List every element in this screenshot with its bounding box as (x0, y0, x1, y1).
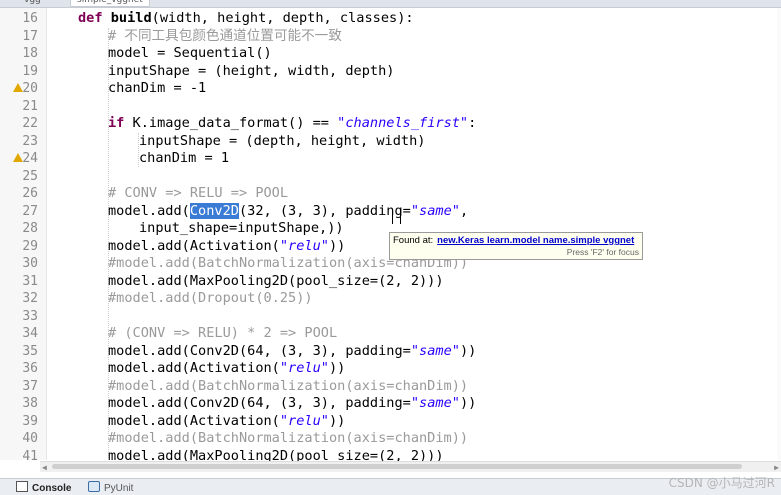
code-text: model.add(Activation("relu")) (108, 412, 346, 429)
code-line[interactable]: 16 def build(width, height, depth, classe… (0, 10, 777, 28)
code-text: inputShape = (depth, height, width) (139, 132, 426, 149)
warning-icon[interactable] (13, 83, 23, 92)
code-text: #model.add(BatchNormalization(axis=chanD… (108, 430, 469, 446)
code-line[interactable]: 31 model.add(MaxPooling2D(pool_size=(2, 2… (0, 273, 777, 291)
code-line[interactable]: 20 chanDim = -1 (0, 80, 777, 98)
line-number: 25 (22, 168, 38, 184)
line-number: 21 (22, 98, 38, 114)
code-line[interactable]: 26 # CONV => RELU => POOL (0, 185, 777, 203)
line-number: 31 (22, 273, 38, 289)
line-number: 29 (22, 238, 38, 254)
hover-tooltip: Found at: new.Keras learn.model name.simp… (389, 232, 643, 260)
line-number: 33 (22, 308, 38, 324)
code-line[interactable]: 27 model.add(Conv2D(32, (3, 3), padding="… (0, 202, 777, 221)
code-line[interactable]: 18 model = Sequential() (0, 45, 777, 63)
code-line[interactable]: 37 #model.add(BatchNormalization(axis=cha… (0, 378, 777, 396)
line-number: 34 (22, 326, 38, 341)
watermark: CSDN @小马过河R (668, 476, 775, 490)
line-number: 26 (22, 186, 38, 201)
code-text: model.add(Conv2D(32, (3, 3), padding="sa… (108, 202, 469, 219)
tab-console-label: Console (32, 483, 72, 494)
code-line[interactable]: 17 # 不同工具包颜色通道位置可能不一致 (0, 28, 777, 46)
tab-simple-vggnet[interactable]: simple_vggnet (70, 0, 150, 7)
line-number: 36 (22, 361, 38, 376)
code-text: input_shape=inputShape,)) (139, 220, 344, 236)
tooltip-link[interactable]: new.Keras learn.model name.simple vggnet (437, 235, 634, 246)
code-line[interactable]: 21 (0, 98, 777, 116)
code-line[interactable]: 39 model.add(Activation("relu")) (0, 413, 777, 431)
code-text: if K.image_data_format() == "channels_fi… (108, 115, 477, 131)
code-text: model.add(Activation("relu")) (108, 360, 346, 376)
line-number: 18 (22, 46, 38, 61)
pyunit-icon (88, 481, 100, 492)
line-number: 28 (22, 221, 38, 236)
tab-pyunit[interactable]: PyUnit (88, 481, 133, 495)
code-editor[interactable]: 16 def build(width, height, depth, classe… (0, 8, 781, 464)
scroll-right-icon[interactable]: ▶ (774, 463, 779, 472)
code-line[interactable]: 23 inputShape = (depth, height, width) (0, 133, 777, 151)
code-text: #model.add(Dropout(0.25)) (108, 290, 313, 306)
code-text: def build(width, height, depth, classes)… (78, 10, 414, 26)
code-line[interactable]: 25 (0, 168, 777, 186)
code-text: inputShape = (height, width, depth) (108, 62, 395, 79)
code-text: chanDim = -1 (108, 80, 207, 96)
line-number: 22 (22, 116, 38, 131)
tab-console[interactable]: Console (16, 481, 71, 495)
code-text: # (CONV => RELU) * 2 => POOL (108, 325, 338, 341)
scroll-left-icon[interactable]: ◀ (42, 463, 47, 472)
code-line[interactable]: 40 #model.add(BatchNormalization(axis=cha… (0, 430, 777, 448)
code-line[interactable]: 38 model.add(Conv2D(64, (3, 3), padding="… (0, 395, 777, 413)
line-number: 23 (22, 133, 38, 149)
horizontal-scrollbar[interactable]: ◀ ▶ (40, 461, 781, 472)
line-number: 32 (22, 291, 38, 306)
code-line[interactable]: 35 model.add(Conv2D(64, (3, 3), padding="… (0, 343, 777, 361)
code-text: model.add(Activation("relu")) (108, 237, 346, 254)
code-text: model.add(Conv2D(64, (3, 3), padding="sa… (108, 395, 477, 411)
tab-pyunit-label: PyUnit (104, 483, 134, 494)
warning-icon[interactable] (13, 153, 23, 162)
scrollbar-thumb[interactable] (52, 464, 742, 469)
code-line[interactable]: 32 #model.add(Dropout(0.25)) (0, 290, 777, 308)
code-text: #model.add(BatchNormalization(axis=chanD… (108, 377, 469, 394)
vertical-scrollbar[interactable] (777, 8, 781, 460)
line-number: 39 (22, 413, 38, 429)
code-text: model.add(MaxPooling2D(pool_size=(2, 2))… (108, 272, 444, 289)
code-line[interactable]: 24 chanDim = 1 (0, 150, 777, 168)
bottom-panel-tabs: Console PyUnit (0, 478, 781, 495)
line-number: 35 (22, 343, 38, 359)
text-cursor (392, 210, 401, 224)
line-number: 17 (22, 28, 38, 44)
line-number: 19 (22, 63, 38, 79)
code-text: # 不同工具包颜色通道位置可能不一致 (108, 27, 342, 44)
code-line[interactable]: 34 # (CONV => RELU) * 2 => POOL (0, 325, 777, 343)
code-line[interactable]: 33 (0, 308, 777, 326)
line-number: 30 (22, 256, 38, 271)
code-text: chanDim = 1 (139, 150, 230, 166)
line-number: 27 (22, 203, 38, 219)
tooltip-prefix: Found at: (393, 235, 434, 246)
line-number: 16 (22, 11, 38, 26)
tab-vgg[interactable]: vgg (18, 0, 47, 6)
code-line[interactable]: 36 model.add(Activation("relu")) (0, 360, 777, 378)
tooltip-hint: Press 'F2' for focus (566, 247, 639, 257)
code-text: # CONV => RELU => POOL (108, 185, 289, 201)
line-number: 38 (22, 396, 38, 411)
line-number: 41 (22, 448, 38, 464)
editor-tab-bar: vgg simple_vggnet (0, 0, 781, 8)
line-number: 40 (22, 431, 38, 446)
code-line[interactable]: 22 if K.image_data_format() == "channels_… (0, 115, 777, 133)
code-text: model = Sequential() (108, 45, 272, 61)
code-line[interactable]: 19 inputShape = (height, width, depth) (0, 63, 777, 81)
line-number: 37 (22, 378, 38, 394)
console-icon (16, 481, 28, 492)
code-text: model.add(Conv2D(64, (3, 3), padding="sa… (108, 342, 477, 359)
